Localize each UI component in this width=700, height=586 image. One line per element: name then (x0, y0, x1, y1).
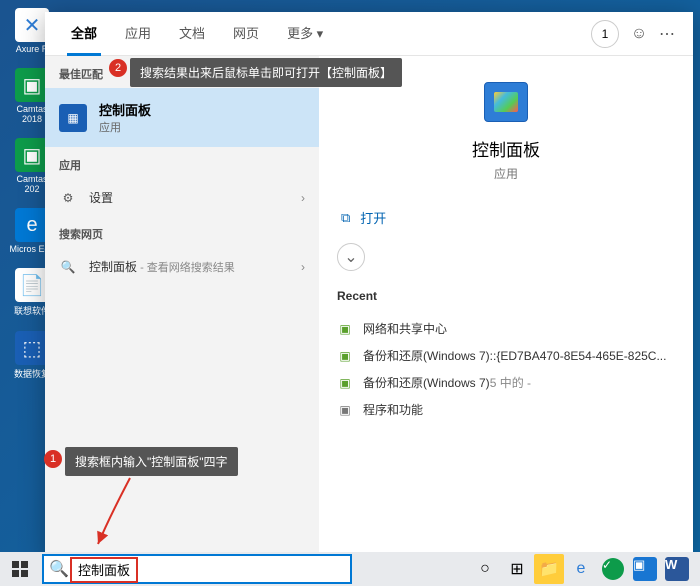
annotation-tooltip-1: 搜索框内输入"控制面板"四字 (65, 447, 238, 476)
app-icon: e (15, 208, 49, 242)
recent-item-icon: ▣ (337, 348, 353, 364)
preview-title: 控制面板 (472, 136, 540, 161)
recent-item-icon: ▣ (337, 402, 353, 418)
recent-item[interactable]: ▣程序和功能 (337, 396, 675, 423)
expand-button[interactable]: ⌄ (337, 243, 365, 271)
search-panel: 全部应用文档网页更多 ▾ 1 ☺ ⋯ 最佳匹配 ▦ 控制面板 应用 应用 ⚙ 设… (45, 12, 693, 560)
taskbar-app-icon[interactable]: ✓ (598, 554, 628, 584)
best-match-title: 控制面板 (99, 100, 151, 119)
open-icon: ⧉ (341, 210, 350, 226)
app-icon: 📄 (15, 268, 49, 302)
tab-apps[interactable]: 应用 (111, 12, 165, 56)
best-match-sub: 应用 (99, 119, 151, 135)
tab-docs[interactable]: 文档 (165, 12, 219, 56)
control-panel-icon: ▦ (59, 104, 87, 132)
recent-item[interactable]: ▣备份和还原(Windows 7)::{ED7BA470-8E54-465E-8… (337, 342, 675, 369)
best-match-item[interactable]: ▦ 控制面板 应用 (45, 88, 319, 147)
account-badge[interactable]: 1 (591, 20, 619, 48)
search-icon: 🔍 (44, 559, 74, 579)
recent-header: Recent (337, 289, 675, 303)
app-icon: ⬚ (15, 331, 49, 365)
preview-column: 控制面板 应用 ⧉ 打开 ⌄ Recent ▣网络和共享中心▣备份和还原(Win… (319, 56, 693, 560)
preview-sub: 应用 (494, 165, 518, 182)
recent-item-icon: ▣ (337, 375, 353, 391)
recent-item-icon: ▣ (337, 321, 353, 337)
tab-more[interactable]: 更多 ▾ (273, 12, 337, 56)
web-search-item[interactable]: 🔍 控制面板 - 查看网络搜索结果 › (45, 248, 319, 285)
start-button[interactable] (0, 552, 40, 586)
feedback-icon[interactable]: ☺ (625, 20, 653, 48)
apps-header: 应用 (45, 147, 319, 179)
annotation-badge-2: 2 (109, 59, 127, 77)
taskbar-app-icon[interactable]: ▣ (630, 554, 660, 584)
taskbar-edge-icon[interactable]: e (566, 554, 596, 584)
tab-web[interactable]: 网页 (219, 12, 273, 56)
annotation-tooltip-2: 搜索结果出来后鼠标单击即可打开【控制面板】 (130, 58, 402, 87)
taskbar-search[interactable]: 🔍 (42, 554, 352, 584)
taskbar: 🔍 ○ ⊞ 📁 e ✓ ▣ W (0, 552, 700, 586)
control-panel-large-icon (484, 82, 528, 122)
recent-item[interactable]: ▣备份和还原(Windows 7)5 中的 - (337, 369, 675, 396)
app-icon: ✕ (15, 8, 49, 42)
more-icon[interactable]: ⋯ (653, 20, 681, 48)
open-action[interactable]: ⧉ 打开 (341, 200, 675, 235)
gear-icon: ⚙ (59, 191, 77, 205)
app-icon: ▣ (15, 68, 49, 102)
taskbar-word-icon[interactable]: W (662, 554, 692, 584)
search-web-header: 搜索网页 (45, 216, 319, 248)
tab-all[interactable]: 全部 (57, 12, 111, 56)
app-icon: ▣ (15, 138, 49, 172)
recent-item[interactable]: ▣网络和共享中心 (337, 315, 675, 342)
annotation-badge-1: 1 (44, 450, 62, 468)
taskbar-cortana-icon[interactable]: ○ (470, 554, 500, 584)
chevron-right-icon: › (301, 260, 305, 274)
search-tabs: 全部应用文档网页更多 ▾ 1 ☺ ⋯ (45, 12, 693, 56)
results-column: 最佳匹配 ▦ 控制面板 应用 应用 ⚙ 设置 › 搜索网页 🔍 控制面板 - 查… (45, 56, 319, 560)
taskbar-explorer-icon[interactable]: 📁 (534, 554, 564, 584)
search-icon: 🔍 (59, 260, 77, 274)
chevron-right-icon: › (301, 191, 305, 205)
settings-item[interactable]: ⚙ 设置 › (45, 179, 319, 216)
taskbar-taskview-icon[interactable]: ⊞ (502, 554, 532, 584)
search-input[interactable] (74, 562, 350, 577)
